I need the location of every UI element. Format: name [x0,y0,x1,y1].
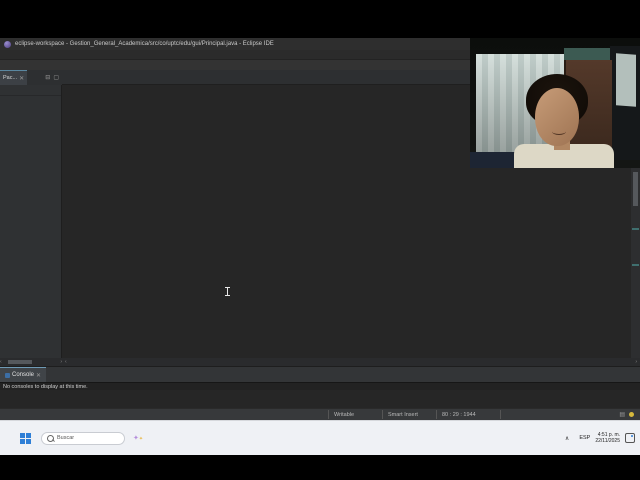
webcam-person-face [535,88,579,146]
console-output-area[interactable] [0,390,640,408]
close-icon[interactable]: ✕ [36,372,41,379]
clock[interactable]: 4:51 p. m. 22/11/2025 [595,432,620,444]
package-explorer-header: Pac... ✕ ⊟ ▢ [0,69,62,86]
package-explorer-panel[interactable] [0,85,62,358]
terminal-status-icon[interactable]: ▤ [619,411,625,418]
minimize-view-icon[interactable]: ⊟ [45,75,50,81]
tips-lightbulb-icon[interactable] [629,412,634,417]
status-bar: Writable Smart Insert 80 : 29 : 1944 ▤ [0,408,640,420]
notifications-icon[interactable] [625,433,635,443]
editor-vscrollbar[interactable] [631,168,640,358]
package-explorer-toolbar [0,85,61,96]
search-placeholder: Buscar [57,435,75,441]
tray-chevron-icon[interactable]: ∧ [565,435,569,442]
tab-console[interactable]: Console ✕ [0,366,47,383]
eclipse-logo-icon [4,40,11,48]
console-icon [5,372,10,378]
scrollbar-thumb[interactable] [633,172,638,206]
letterbox-top [0,0,640,38]
maximize-view-icon[interactable]: ▢ [53,75,59,81]
status-writable: Writable [328,410,382,419]
editor-hscrollbar[interactable]: ‹ › [62,358,640,366]
package-explorer-hscrollbar[interactable]: ‹ › [0,358,62,366]
letterbox-bottom [0,455,640,480]
webcam-overlay [470,38,640,168]
text-cursor-pointer [225,287,230,296]
console-tab-label: Console [12,372,35,378]
start-button[interactable] [20,432,31,444]
screen: eclipse-workspace - Gestion_General_Acad… [0,0,640,480]
tray-date: 22/11/2025 [595,438,620,444]
status-insert-mode: Smart Insert [382,410,436,419]
search-icon [47,434,54,442]
close-icon[interactable]: ✕ [19,75,24,82]
window-title: eclipse-workspace - Gestion_General_Acad… [15,41,274,47]
console-message-bar: No consoles to display at this time. [0,382,640,390]
system-tray: ∧ ESP 4:51 p. m. 22/11/2025 [565,432,640,444]
language-indicator[interactable]: ESP [579,435,590,441]
package-explorer-tab-label: Pac... [3,75,18,81]
console-message: No consoles to display at this time. [3,383,88,390]
taskbar-search[interactable]: Buscar [41,431,125,445]
windows-taskbar: Buscar ✦✦ ∧ ESP 4:51 p. m. 22/11/2025 [0,420,640,455]
console-tab-row: Console ✕ [0,366,640,383]
copilot-sparkle-icon[interactable]: ✦✦ [133,434,143,442]
status-caret-position: 80 : 29 : 1944 [436,410,500,419]
tab-package-explorer[interactable]: Pac... ✕ [0,69,28,86]
